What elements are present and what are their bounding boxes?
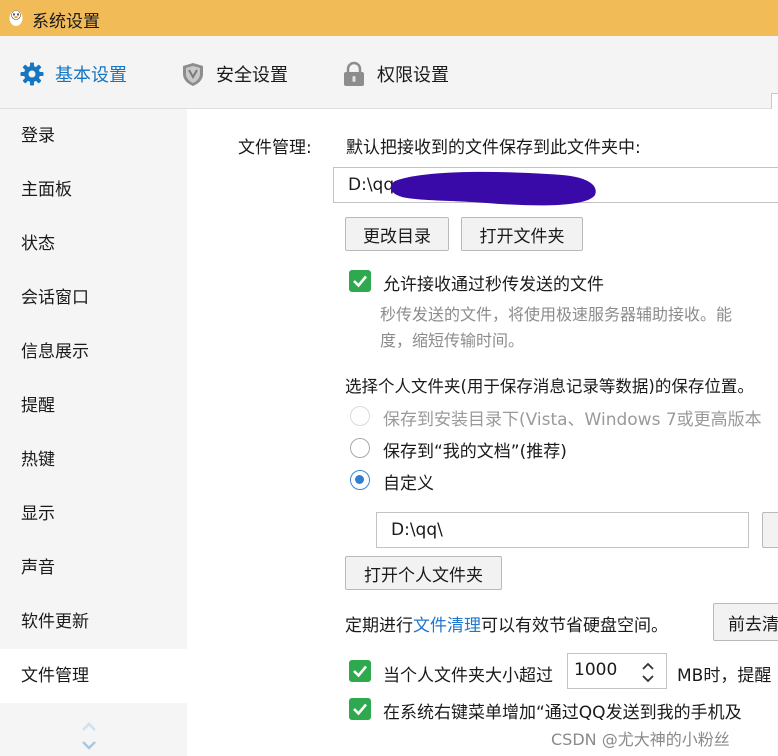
settings-tab-bar: 基本设置 安全设置 权限设置 xyxy=(0,36,778,129)
tab-security-settings[interactable]: 安全设置 xyxy=(180,60,288,88)
go-cleanup-button[interactable]: 前去清 xyxy=(713,603,778,641)
personal-folder-description: 选择个人文件夹(用于保存消息记录等数据)的保存位置。 xyxy=(345,377,754,396)
lock-icon xyxy=(344,61,364,86)
file-cleanup-link[interactable]: 文件清理 xyxy=(413,616,481,636)
size-warning-checkbox[interactable] xyxy=(349,660,371,682)
open-folder-button[interactable]: 打开文件夹 xyxy=(461,217,583,251)
radio-install-dir-label: 保存到安装目录下(Vista、Windows 7或更高版本 xyxy=(383,410,762,430)
csdn-watermark: CSDN @尤大神的小粉丝 xyxy=(551,730,730,749)
qq-penguin-icon xyxy=(9,10,23,26)
sidebar-item-hotkeys[interactable]: 热键 xyxy=(0,433,187,487)
tab-label: 基本设置 xyxy=(55,65,127,86)
section-label: 文件管理: xyxy=(238,138,312,158)
sidebar-item-status[interactable]: 状态 xyxy=(0,217,187,271)
chevron-down-icon[interactable] xyxy=(642,675,654,683)
allow-flash-transfer-checkbox[interactable] xyxy=(349,270,371,292)
save-folder-description: 默认把接收到的文件保存到此文件夹中: xyxy=(346,138,641,158)
sidebar-item-software-update[interactable]: 软件更新 xyxy=(0,595,187,649)
custom-path-field[interactable]: D:\qq\ xyxy=(376,512,749,548)
change-directory-button[interactable]: 更改目录 xyxy=(345,217,449,251)
sidebar-item-display[interactable]: 显示 xyxy=(0,487,187,541)
radio-install-dir[interactable] xyxy=(350,406,370,426)
sidebar-scroll-chevrons-icon[interactable] xyxy=(78,720,100,754)
size-threshold-stepper[interactable]: 1000 xyxy=(567,653,667,689)
sidebar-item-sound[interactable]: 声音 xyxy=(0,541,187,595)
tab-permission-settings[interactable]: 权限设置 xyxy=(341,60,449,88)
shield-icon xyxy=(183,63,203,86)
sidebar-item-login[interactable]: 登录 xyxy=(0,109,187,163)
allow-flash-transfer-label: 允许接收通过秒传发送的文件 xyxy=(383,275,604,295)
flash-transfer-desc-line2: 度，缩短传输时间。 xyxy=(380,331,525,350)
sidebar-item-file-management[interactable]: 文件管理 xyxy=(0,649,187,703)
tab-label: 安全设置 xyxy=(216,65,288,86)
radio-custom[interactable] xyxy=(350,470,370,490)
title-bar: 系统设置 xyxy=(0,0,778,36)
size-warning-label: 当个人文件夹大小超过 xyxy=(383,666,553,686)
cleanup-text-after: 可以有效节省硬盘空间。 xyxy=(481,616,668,636)
checkmark-icon xyxy=(353,703,367,716)
cleanup-text-before: 定期进行 xyxy=(345,616,413,636)
settings-sidebar: 登录 主面板 状态 会话窗口 信息展示 提醒 热键 显示 声音 软件更新 文件管… xyxy=(0,109,187,756)
context-menu-checkbox[interactable] xyxy=(349,698,371,720)
window-title: 系统设置 xyxy=(32,12,100,32)
sidebar-item-chat-window[interactable]: 会话窗口 xyxy=(0,271,187,325)
cleanup-text: 定期进行文件清理可以有效节省硬盘空间。 xyxy=(345,611,668,636)
flash-transfer-desc-line1: 秒传发送的文件，将使用极速服务器辅助接收。能 xyxy=(380,305,733,324)
gear-icon xyxy=(20,62,44,86)
checkmark-icon xyxy=(353,665,367,678)
chevron-up-icon[interactable] xyxy=(642,662,654,670)
radio-custom-label: 自定义 xyxy=(383,474,434,494)
tab-basic-settings[interactable]: 基本设置 xyxy=(19,60,127,88)
size-threshold-value: 1000 xyxy=(574,660,618,680)
open-personal-folder-button[interactable]: 打开个人文件夹 xyxy=(345,556,502,590)
radio-my-documents-label: 保存到“我的文档”(推荐) xyxy=(383,442,567,462)
sidebar-item-main-panel[interactable]: 主面板 xyxy=(0,163,187,217)
tab-label: 权限设置 xyxy=(377,65,449,86)
custom-path-value: D:\qq\ xyxy=(391,520,443,540)
browse-button[interactable] xyxy=(762,512,778,548)
radio-my-documents[interactable] xyxy=(350,438,370,458)
file-management-panel: 文件管理: 默认把接收到的文件保存到此文件夹中: D:\qq 更改目录 打开文件… xyxy=(187,109,778,756)
redaction-scribble xyxy=(390,171,596,206)
sidebar-item-reminder[interactable]: 提醒 xyxy=(0,379,187,433)
size-warning-unit: MB时，提醒 xyxy=(677,666,772,686)
context-menu-label: 在系统右键菜单增加“通过QQ发送到我的手机及 xyxy=(383,703,742,723)
checkmark-icon xyxy=(353,275,367,288)
sidebar-item-info-display[interactable]: 信息展示 xyxy=(0,325,187,379)
